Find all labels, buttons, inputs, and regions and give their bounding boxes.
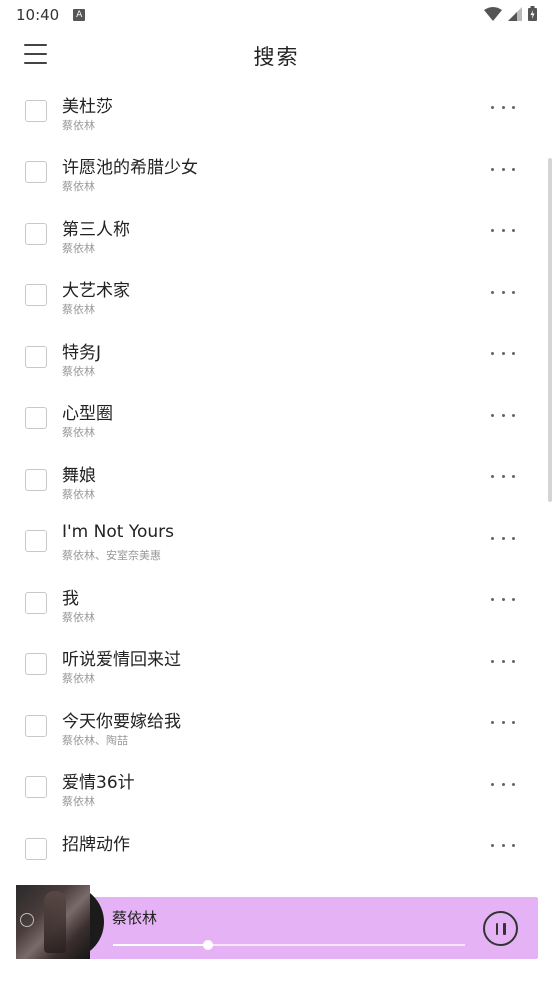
app-bar: 搜索	[0, 30, 553, 80]
song-checkbox[interactable]	[25, 407, 47, 429]
more-icon[interactable]	[490, 280, 516, 304]
song-row[interactable]: 今天你要嫁给我 蔡依林、陶喆	[0, 695, 553, 757]
song-checkbox[interactable]	[25, 468, 47, 491]
song-title: 心型圈	[62, 404, 113, 424]
song-checkbox[interactable]	[25, 284, 47, 306]
song-row[interactable]: 许愿池的希腊少女蔡依林	[0, 141, 553, 203]
more-icon[interactable]	[490, 526, 516, 550]
notification-icon: A	[73, 9, 86, 21]
battery-icon	[528, 6, 537, 21]
song-checkbox[interactable]	[25, 222, 47, 245]
song-title: 舞娘	[62, 465, 96, 486]
song-row[interactable]: 美杜莎 蔡依林	[0, 80, 553, 141]
song-title: 招牌动作	[62, 834, 130, 855]
status-time: 10:40	[16, 6, 60, 24]
song-artist: 蔡依林	[62, 610, 95, 624]
song-checkbox[interactable]	[25, 837, 47, 860]
song-artist: 蔡依林	[62, 241, 95, 255]
song-checkbox[interactable]	[25, 161, 47, 183]
song-row[interactable]: 舞娘 蔡依林	[0, 449, 553, 511]
song-artist: 蔡依林	[62, 487, 95, 501]
player-title: 蔡依林	[112, 909, 158, 927]
song-artist: 蔡依林	[62, 795, 95, 808]
song-checkbox[interactable]	[25, 776, 47, 798]
more-icon[interactable]	[490, 834, 516, 858]
song-title: 我	[62, 588, 79, 609]
song-title: 大艺术家	[62, 281, 130, 301]
song-artist: 蔡依林	[62, 180, 95, 193]
wifi-icon	[484, 6, 502, 21]
album-cover	[16, 885, 90, 959]
song-artist: 蔡依林	[62, 118, 95, 132]
song-row[interactable]: 特务J 蔡依林	[0, 326, 553, 388]
album-disc[interactable]	[16, 885, 104, 959]
song-artist: 蔡依林	[62, 364, 95, 378]
pause-button[interactable]	[483, 911, 518, 946]
status-bar: 10:40 A	[0, 0, 553, 30]
song-checkbox[interactable]	[25, 530, 47, 552]
more-icon[interactable]	[490, 219, 516, 243]
more-icon[interactable]	[490, 465, 516, 489]
signal-icon	[508, 6, 522, 21]
song-checkbox[interactable]	[25, 591, 47, 614]
song-row[interactable]: 爱情36计蔡依林	[0, 756, 553, 818]
song-checkbox[interactable]	[25, 714, 47, 737]
more-icon[interactable]	[490, 157, 516, 181]
more-icon[interactable]	[490, 96, 516, 120]
song-title: 今天你要嫁给我	[62, 711, 181, 732]
more-icon[interactable]	[490, 711, 516, 735]
more-icon[interactable]	[490, 588, 516, 612]
song-artist: 蔡依林	[62, 672, 95, 685]
song-title: 美杜莎	[62, 96, 113, 117]
song-artist: 蔡依林	[62, 303, 95, 316]
more-icon[interactable]	[490, 403, 516, 427]
song-checkbox[interactable]	[25, 653, 47, 675]
song-title: 听说爱情回来过	[62, 650, 181, 670]
song-list[interactable]: 蔡依林美杜莎蔡依林许愿池的希腊少女蔡依林第三人称蔡依林大艺术家蔡依林特务J蔡依林…	[0, 80, 553, 895]
progress-handle[interactable]	[203, 940, 214, 950]
song-artist: 蔡依林	[62, 426, 95, 439]
song-row[interactable]: 听说爱情回来过蔡依林	[0, 633, 553, 695]
progress-fill	[113, 944, 209, 946]
song-title: 许愿池的希腊少女	[62, 158, 198, 178]
song-checkbox[interactable]	[25, 99, 47, 122]
song-row[interactable]: 我蔡依林	[0, 572, 553, 634]
more-icon[interactable]	[490, 772, 516, 796]
more-icon[interactable]	[490, 342, 516, 366]
song-row[interactable]: 招牌动作	[0, 818, 553, 880]
song-row[interactable]: 大艺术家 蔡依林	[0, 264, 553, 326]
more-icon[interactable]	[490, 649, 516, 673]
song-artist: 蔡依林、安室奈美惠	[62, 549, 161, 562]
song-title: 第三人称	[62, 219, 130, 240]
song-title: 特务J	[62, 342, 102, 363]
progress-bar[interactable]	[113, 940, 465, 950]
song-row[interactable]: I'm Not Yours 蔡依林、安室奈美惠	[0, 510, 553, 572]
page-title: 搜索	[253, 45, 300, 69]
song-row[interactable]: 心型圈 蔡依林	[0, 387, 553, 449]
song-row[interactable]: 第三人称 蔡依林	[0, 203, 553, 265]
song-title: I'm Not Yours	[62, 522, 174, 542]
song-artist: 蔡依林、陶喆	[62, 733, 128, 747]
status-icons	[484, 6, 537, 21]
song-title: 爱情36计	[62, 773, 135, 793]
song-checkbox[interactable]	[25, 345, 47, 368]
scrollbar[interactable]	[548, 158, 552, 502]
